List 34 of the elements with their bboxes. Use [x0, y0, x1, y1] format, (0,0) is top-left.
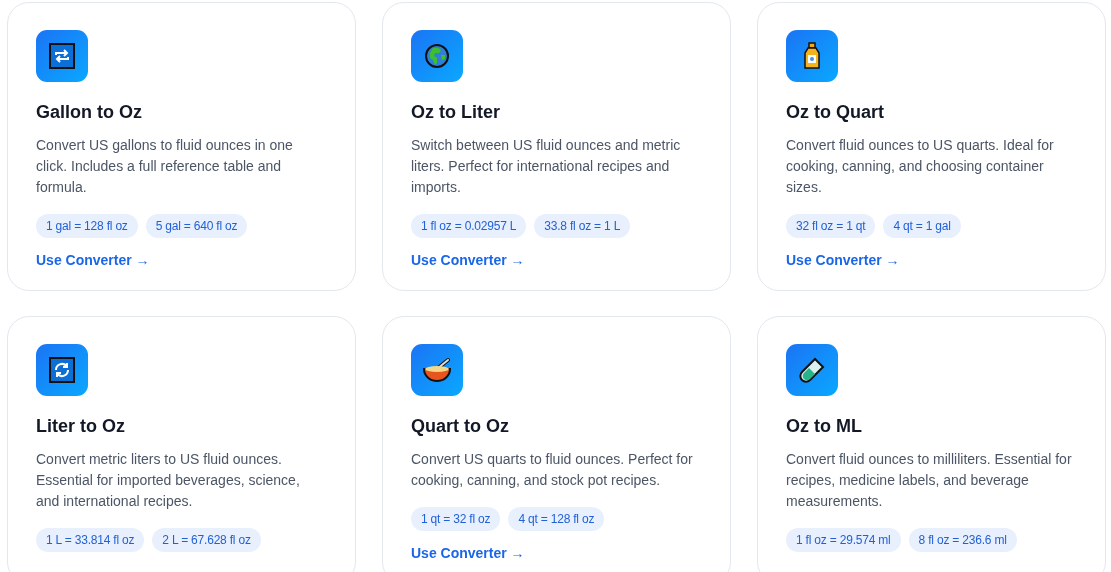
conversion-example: 1 L = 33.814 fl oz: [36, 528, 145, 552]
use-converter-link[interactable]: Use Converter →: [36, 252, 150, 268]
card-description: Convert metric liters to US fluid ounces. Essential for imported beverages, science, and international recipes.: [36, 450, 301, 511]
use-converter-link[interactable]: Use Converter →: [411, 252, 525, 268]
card-title: Quart to Oz: [411, 416, 509, 437]
conversion-example: 5 gal = 640 fl oz: [145, 214, 248, 238]
use-converter-link[interactable]: Use Converter →: [786, 252, 900, 268]
card-title: Oz to Quart: [786, 102, 884, 123]
card-description: Convert US quarts to fluid ounces. Perfect for cooking, canning, and stock pot recipes.: [411, 450, 694, 490]
card-description: Convert fluid ounces to US quarts. Ideal for cooking, canning, and choosing container sizes.: [786, 136, 1055, 197]
conversion-example: 1 fl oz = 29.574 ml: [786, 528, 901, 552]
card-description: Convert fluid ounces to milliliters. Essential for recipes, medicine labels, and beverage measurements.: [786, 450, 1073, 511]
card-title: Gallon to Oz: [36, 102, 142, 123]
card-title: Oz to ML: [786, 416, 862, 437]
use-converter-link[interactable]: Use Converter →: [411, 545, 525, 561]
bowl-icon: [422, 357, 452, 383]
refresh-icon: [49, 357, 75, 383]
conversion-example: 1 gal = 128 fl oz: [36, 214, 138, 238]
card-description: Switch between US fluid ounces and metric liters. Perfect for international recipes and imports.: [411, 136, 682, 197]
bottle-icon: [802, 42, 822, 70]
conversion-example: 4 qt = 1 gal: [883, 214, 961, 238]
conversion-example: 32 fl oz = 1 qt: [786, 214, 876, 238]
conversion-example: 8 fl oz = 236.6 ml: [908, 528, 1017, 552]
conversion-example: 1 qt = 32 fl oz: [411, 507, 501, 531]
globe-icon: [424, 43, 450, 69]
conversion-example: 33.8 fl oz = 1 L: [534, 214, 631, 238]
card-title: Liter to Oz: [36, 416, 125, 437]
card-description: Convert US gallons to fluid ounces in one click. Includes a full reference table and formula.: [36, 136, 294, 197]
conversion-example: 4 qt = 128 fl oz: [508, 507, 605, 531]
conversion-example: 2 L = 67.628 fl oz: [152, 528, 261, 552]
repeat-icon: [49, 43, 75, 69]
card-title: Oz to Liter: [411, 102, 500, 123]
conversion-example: 1 fl oz = 0.02957 L: [411, 214, 527, 238]
test-tube-icon: [798, 356, 826, 384]
